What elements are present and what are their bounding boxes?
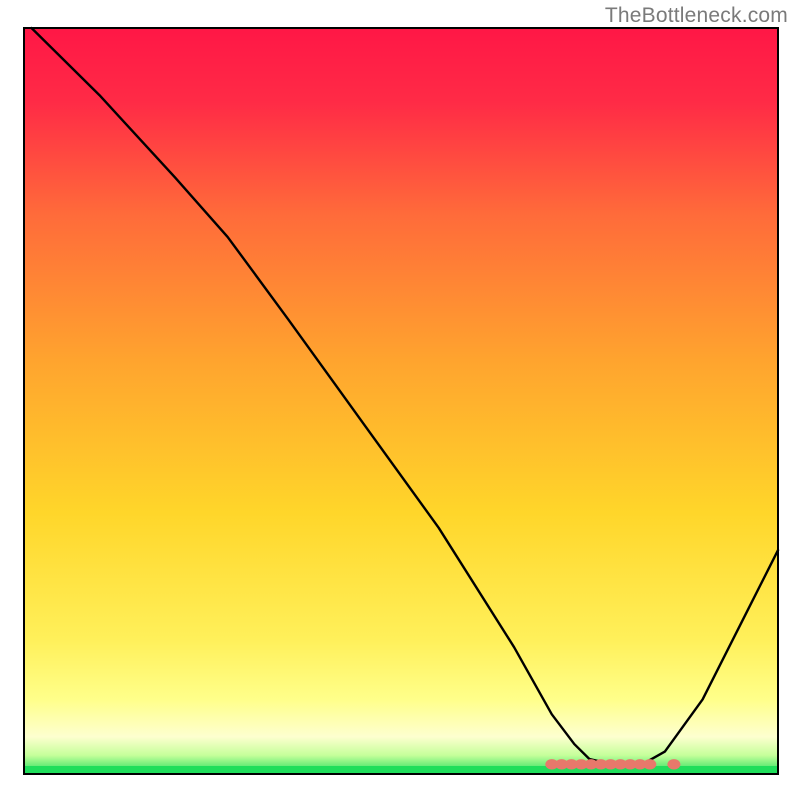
optimal-dot <box>643 759 656 769</box>
optimal-dot <box>667 759 680 769</box>
chart-container: TheBottleneck.com <box>0 0 800 800</box>
bottom-green-band <box>24 766 778 774</box>
plot-background <box>24 28 778 774</box>
chart-svg <box>0 0 800 800</box>
watermark-text: TheBottleneck.com <box>605 4 788 28</box>
